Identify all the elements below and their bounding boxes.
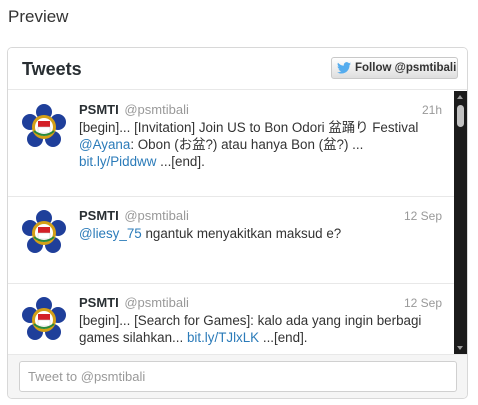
widget-header: Tweets Follow @psmtibali <box>8 48 467 90</box>
widget-title: Tweets <box>22 59 82 79</box>
tweet-header: PSMTI @psmtibali <box>79 295 189 310</box>
tweet-timestamp[interactable]: 21h <box>422 103 442 117</box>
tweet-timeline[interactable]: PSMTI @psmtibali 21h [begin]... [Invitat… <box>8 91 454 354</box>
widget-footer: Tweet to @psmtibali <box>8 354 467 398</box>
scroll-up-arrow-icon[interactable] <box>457 95 463 99</box>
tweet-header: PSMTI @psmtibali <box>79 208 189 223</box>
tweet-header: PSMTI @psmtibali <box>79 102 189 117</box>
tweet-text-part: [begin]... [Invitation] Join US to Bon O… <box>79 120 419 135</box>
tweet[interactable]: PSMTI @psmtibali 12 Sep @liesy_75 ngantu… <box>8 197 454 284</box>
tweet-text-part: : Obon (お盆?) atau hanya Bon (盆?) ... <box>130 137 364 152</box>
scrollbar-thumb[interactable] <box>457 105 464 127</box>
author-handle[interactable]: @psmtibali <box>124 295 189 310</box>
tweet-text: [begin]... [Invitation] Join US to Bon O… <box>79 119 439 170</box>
author-handle[interactable]: @psmtibali <box>124 208 189 223</box>
follow-button-label: Follow @psmtibali <box>355 62 457 74</box>
twitter-timeline-widget: Tweets Follow @psmtibali PSMTI @psmtibal… <box>7 47 468 399</box>
psmti-logo-avatar[interactable] <box>20 296 68 344</box>
url-link[interactable]: bit.ly/TJlxLK <box>187 330 259 345</box>
author-name[interactable]: PSMTI <box>79 102 119 117</box>
follow-button[interactable]: Follow @psmtibali <box>331 57 458 79</box>
preview-heading: Preview <box>8 7 69 26</box>
timeline-scrollbar[interactable] <box>454 91 467 354</box>
tweet-text: @liesy_75 ngantuk menyakitkan maksud e? <box>79 225 439 242</box>
tweet-text: [begin]... [Search for Games]: kalo ada … <box>79 312 439 346</box>
tweet-timestamp[interactable]: 12 Sep <box>404 296 442 310</box>
tweet-timestamp[interactable]: 12 Sep <box>404 209 442 223</box>
url-link[interactable]: bit.ly/Piddww <box>79 154 156 169</box>
psmti-logo-avatar[interactable] <box>20 103 68 151</box>
tweet[interactable]: PSMTI @psmtibali 12 Sep [begin]... [Sear… <box>8 284 454 354</box>
author-name[interactable]: PSMTI <box>79 295 119 310</box>
tweet-text-part: ...[end]. <box>156 154 205 169</box>
author-handle[interactable]: @psmtibali <box>124 102 189 117</box>
tweet-text-part: ...[end]. <box>259 330 308 345</box>
twitter-bird-icon <box>337 62 351 74</box>
tweet[interactable]: PSMTI @psmtibali 21h [begin]... [Invitat… <box>8 91 454 197</box>
mention-link[interactable]: @Ayana <box>79 137 130 152</box>
psmti-logo-avatar[interactable] <box>20 209 68 257</box>
tweet-text-part: ngantuk menyakitkan maksud e? <box>141 226 342 241</box>
tweet-to-input[interactable]: Tweet to @psmtibali <box>19 361 457 392</box>
mention-link[interactable]: @liesy_75 <box>79 226 142 241</box>
author-name[interactable]: PSMTI <box>79 208 119 223</box>
scroll-down-arrow-icon[interactable] <box>457 346 463 350</box>
